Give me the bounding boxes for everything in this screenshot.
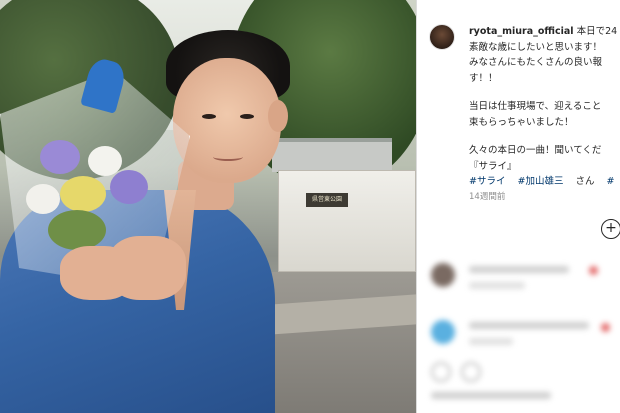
hashtag-link[interactable]: #サライ	[469, 176, 505, 187]
caption-line: 束もらっちゃいました！	[469, 116, 574, 128]
comment-avatar	[431, 263, 455, 287]
caption-gap	[469, 130, 620, 143]
heart-icon	[431, 362, 451, 382]
caption-line: 当日は仕事現場で、迎えること	[469, 101, 602, 112]
avatar[interactable]	[429, 24, 455, 50]
post-caption: ryota_miura_official 本日で24 素敵な歳にしたいと思います…	[469, 24, 620, 190]
post-side-panel: ryota_miura_official 本日で24 素敵な歳にしたいと思います…	[416, 0, 620, 413]
caption-line: ryota_miura_official 本日で24	[469, 26, 618, 37]
comment-icon	[461, 362, 481, 382]
caption-line: 『サライ』	[469, 160, 517, 172]
caption-line: みなさんにもたくさんの良い報	[469, 57, 603, 68]
hashtag-row: #サライ #加山雄三 さん #	[469, 174, 620, 190]
comment-meta-blur	[469, 282, 525, 289]
caption-line: 素敵な歳にしたいと思います！	[469, 41, 603, 53]
heart-icon	[601, 323, 610, 332]
hashtag-suffix: さん	[575, 176, 595, 187]
hashtag-link[interactable]: #	[607, 176, 615, 187]
post-timestamp[interactable]: 14週間前	[469, 190, 505, 202]
plus-circle-icon[interactable]: +	[601, 219, 620, 239]
hands	[0, 0, 416, 413]
caption-gap	[469, 86, 620, 99]
likes-blur	[431, 392, 551, 399]
comment-text-blur	[469, 266, 569, 273]
right-hand	[108, 236, 186, 300]
comment-avatar	[431, 320, 455, 344]
caption-line: す！！	[469, 72, 498, 84]
comment-text-blur	[469, 322, 589, 329]
post-photo[interactable]: 県営東公園	[0, 0, 416, 413]
heart-icon	[589, 266, 598, 275]
hashtag-link[interactable]: #加山雄三	[518, 176, 564, 187]
username-link[interactable]: ryota_miura_official	[469, 26, 574, 37]
comment-meta-blur	[469, 338, 513, 345]
caption-line: 久々の本日の一曲！聞いてくだ	[469, 145, 602, 156]
